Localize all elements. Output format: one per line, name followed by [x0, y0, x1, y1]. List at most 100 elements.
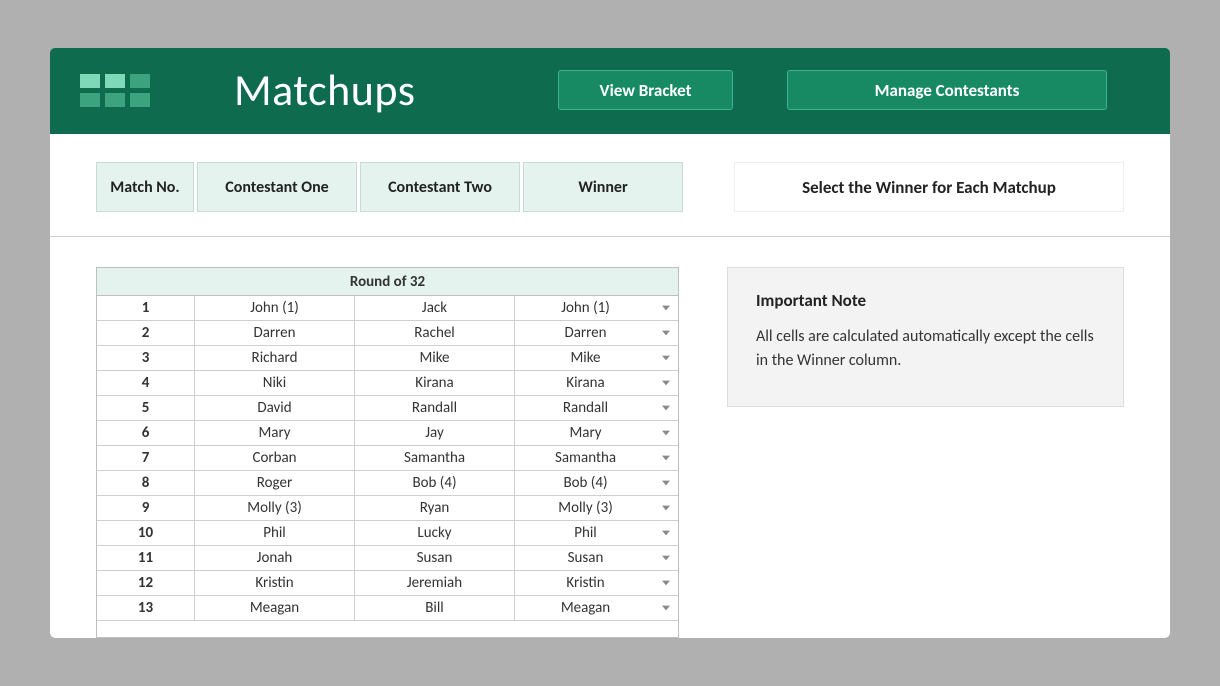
match-number: 7: [97, 446, 195, 470]
contestant-two-cell: Bill: [355, 596, 515, 620]
note-box: Important Note All cells are calculated …: [727, 267, 1124, 407]
match-number: 10: [97, 521, 195, 545]
match-table-body: 1John (1)JackJohn (1)2DarrenRachelDarren…: [97, 296, 678, 621]
winner-dropdown[interactable]: Meagan: [515, 596, 678, 620]
table-row: 13MeaganBillMeagan: [97, 596, 678, 621]
winner-dropdown[interactable]: Kirana: [515, 371, 678, 395]
chevron-down-icon: [660, 427, 672, 439]
page-title: Matchups: [234, 63, 514, 117]
chevron-down-icon: [660, 552, 672, 564]
winner-dropdown[interactable]: Mary: [515, 421, 678, 445]
contestant-one-cell: Meagan: [195, 596, 355, 620]
column-header-row: Match No. Contestant One Contestant Two …: [50, 134, 1170, 237]
winner-dropdown[interactable]: Samantha: [515, 446, 678, 470]
match-number: 3: [97, 346, 195, 370]
winner-value: Randall: [563, 399, 608, 417]
contestant-one-cell: Darren: [195, 321, 355, 345]
contestant-one-cell: Corban: [195, 446, 355, 470]
logo-icon: [80, 74, 150, 107]
match-number: 6: [97, 421, 195, 445]
contestant-two-cell: Jack: [355, 296, 515, 320]
contestant-one-cell: Roger: [195, 471, 355, 495]
winner-value: Molly (3): [558, 499, 613, 517]
chevron-down-icon: [660, 352, 672, 364]
round-header: Round of 32: [97, 268, 678, 296]
contestant-one-cell: Kristin: [195, 571, 355, 595]
chevron-down-icon: [660, 402, 672, 414]
match-number: 11: [97, 546, 195, 570]
match-number: 4: [97, 371, 195, 395]
contestant-two-cell: Jeremiah: [355, 571, 515, 595]
table-row: 9Molly (3)RyanMolly (3): [97, 496, 678, 521]
view-bracket-button[interactable]: View Bracket: [558, 70, 733, 110]
match-number: 1: [97, 296, 195, 320]
contestant-one-cell: John (1): [195, 296, 355, 320]
winner-dropdown[interactable]: Darren: [515, 321, 678, 345]
chevron-down-icon: [660, 327, 672, 339]
winner-value: Mike: [570, 349, 600, 367]
winner-value: Susan: [568, 549, 604, 567]
lower-area: Round of 32 1John (1)JackJohn (1)2Darren…: [50, 237, 1170, 638]
app-frame: Matchups View Bracket Manage Contestants…: [50, 48, 1170, 638]
winner-dropdown[interactable]: Bob (4): [515, 471, 678, 495]
contestant-two-cell: Randall: [355, 396, 515, 420]
winner-dropdown[interactable]: John (1): [515, 296, 678, 320]
winner-dropdown[interactable]: Phil: [515, 521, 678, 545]
winner-value: Meagan: [561, 599, 610, 617]
column-header-match-no: Match No.: [96, 162, 194, 212]
table-row: 8RogerBob (4)Bob (4): [97, 471, 678, 496]
contestant-one-cell: Molly (3): [195, 496, 355, 520]
contestant-two-cell: Jay: [355, 421, 515, 445]
column-header-winner: Winner: [523, 162, 683, 212]
note-title: Important Note: [756, 290, 1095, 311]
table-row: 3RichardMikeMike: [97, 346, 678, 371]
manage-contestants-button[interactable]: Manage Contestants: [787, 70, 1107, 110]
winner-value: Darren: [564, 324, 606, 342]
contestant-one-cell: Jonah: [195, 546, 355, 570]
contestant-two-cell: Rachel: [355, 321, 515, 345]
contestant-two-cell: Kirana: [355, 371, 515, 395]
contestant-one-cell: Phil: [195, 521, 355, 545]
note-text: All cells are calculated automatically e…: [756, 325, 1095, 373]
content-area: Match No. Contestant One Contestant Two …: [50, 134, 1170, 638]
contestant-two-cell: Samantha: [355, 446, 515, 470]
chevron-down-icon: [660, 477, 672, 489]
winner-value: Phil: [574, 524, 597, 542]
chevron-down-icon: [660, 452, 672, 464]
column-header-contestant-one: Contestant One: [197, 162, 357, 212]
contestant-two-cell: Bob (4): [355, 471, 515, 495]
winner-dropdown[interactable]: Mike: [515, 346, 678, 370]
select-winner-heading: Select the Winner for Each Matchup: [734, 162, 1124, 212]
table-row: 11JonahSusanSusan: [97, 546, 678, 571]
contestant-two-cell: Susan: [355, 546, 515, 570]
contestant-one-cell: Mary: [195, 421, 355, 445]
table-row: 7CorbanSamanthaSamantha: [97, 446, 678, 471]
winner-value: Samantha: [555, 449, 616, 467]
chevron-down-icon: [660, 502, 672, 514]
winner-dropdown[interactable]: Randall: [515, 396, 678, 420]
winner-value: Bob (4): [563, 474, 607, 492]
table-row: 1John (1)JackJohn (1): [97, 296, 678, 321]
table-row: 4NikiKiranaKirana: [97, 371, 678, 396]
table-row: 10PhilLuckyPhil: [97, 521, 678, 546]
chevron-down-icon: [660, 527, 672, 539]
winner-dropdown[interactable]: Kristin: [515, 571, 678, 595]
contestant-one-cell: Richard: [195, 346, 355, 370]
contestant-two-cell: Mike: [355, 346, 515, 370]
matchup-table: Round of 32 1John (1)JackJohn (1)2Darren…: [96, 267, 679, 638]
match-number: 2: [97, 321, 195, 345]
contestant-two-cell: Lucky: [355, 521, 515, 545]
contestant-one-cell: David: [195, 396, 355, 420]
match-number: 5: [97, 396, 195, 420]
match-number: 9: [97, 496, 195, 520]
column-header-contestant-two: Contestant Two: [360, 162, 520, 212]
chevron-down-icon: [660, 577, 672, 589]
winner-dropdown[interactable]: Susan: [515, 546, 678, 570]
winner-dropdown[interactable]: Molly (3): [515, 496, 678, 520]
contestant-one-cell: Niki: [195, 371, 355, 395]
table-row: 12KristinJeremiahKristin: [97, 571, 678, 596]
match-number: 12: [97, 571, 195, 595]
winner-value: John (1): [561, 299, 610, 317]
match-number: 13: [97, 596, 195, 620]
winner-value: Kristin: [566, 574, 604, 592]
